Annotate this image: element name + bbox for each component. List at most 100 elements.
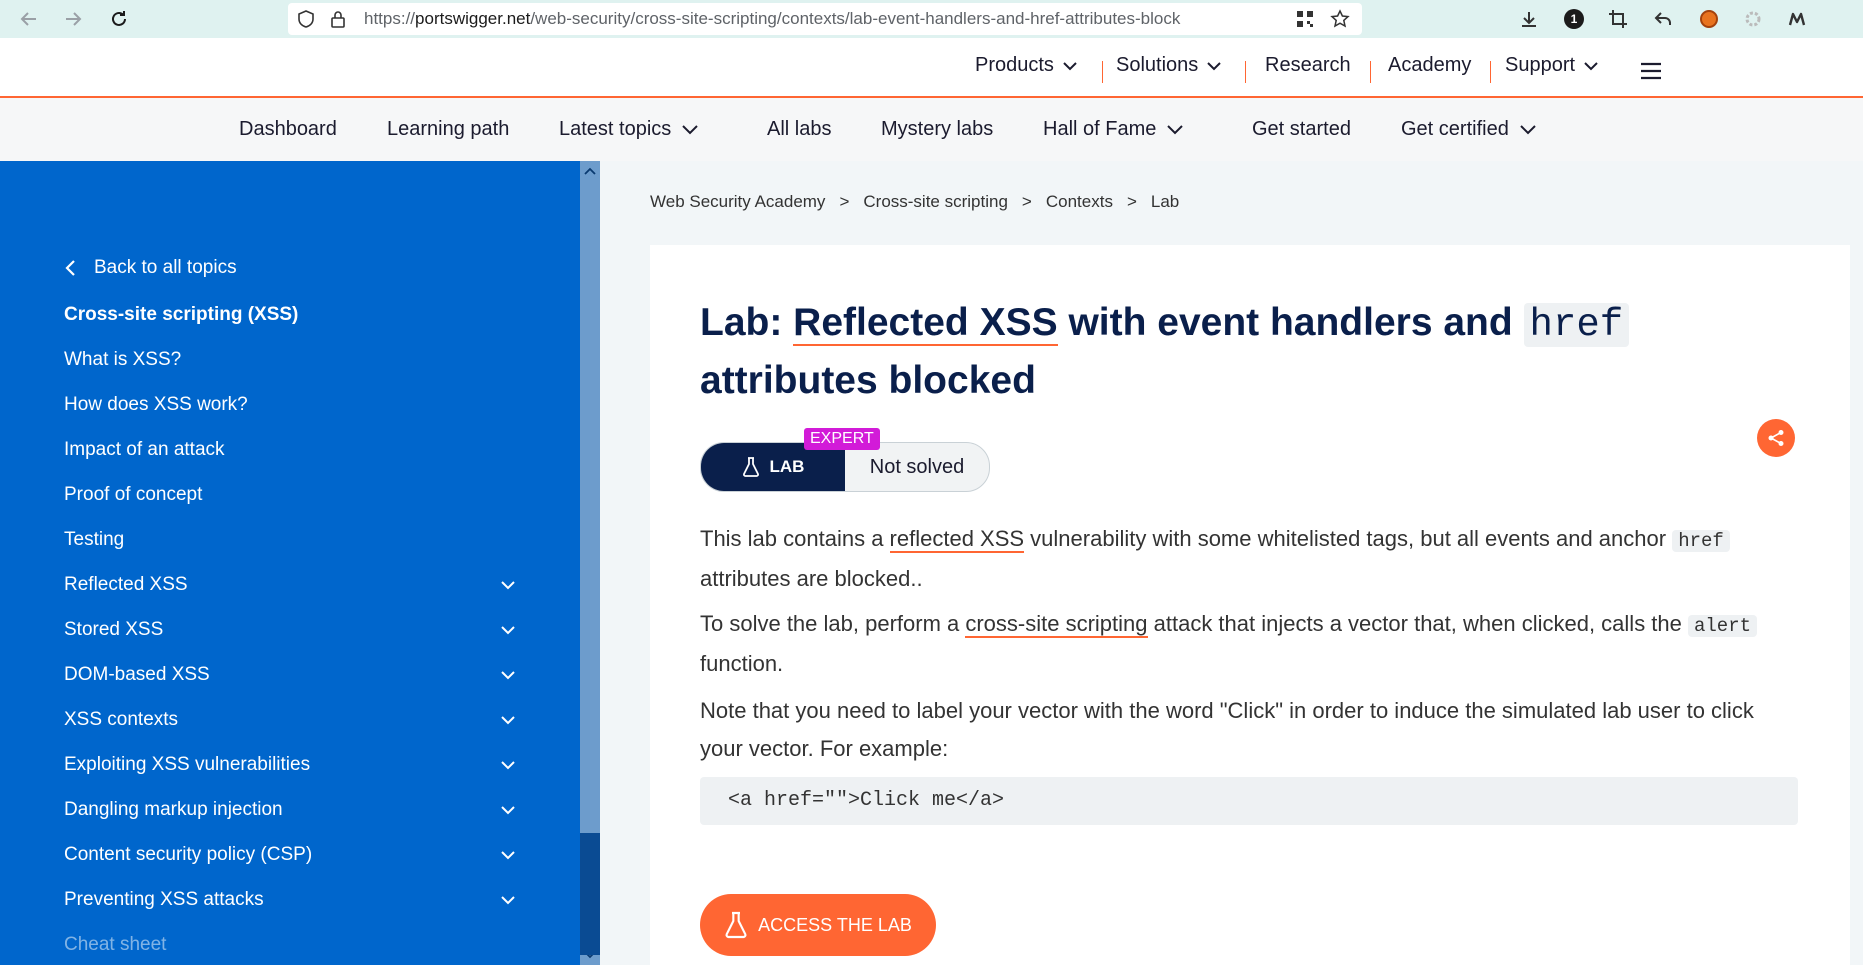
code-example-block: <a href="">Click me</a>	[700, 777, 1798, 825]
reload-icon[interactable]	[106, 6, 132, 32]
chevron-down-icon[interactable]	[500, 670, 516, 680]
title-prefix: Lab:	[700, 301, 794, 344]
sidebar-item-exploiting-xss[interactable]: Exploiting XSS vulnerabilities	[64, 754, 310, 776]
lab-badge-label-area: LAB	[701, 443, 845, 491]
sidebar-item-stored-xss[interactable]: Stored XSS	[64, 619, 163, 641]
back-to-topics-link[interactable]: Back to all topics	[64, 257, 237, 279]
text-fragment: This lab contains a	[700, 526, 890, 551]
text-fragment: function.	[700, 651, 784, 676]
nav-academy-label: Academy	[1388, 54, 1472, 76]
subnav-dashboard[interactable]: Dashboard	[239, 118, 337, 141]
sidebar-item-csp[interactable]: Content security policy (CSP)	[64, 844, 312, 866]
subnav-learning-path[interactable]: Learning path	[387, 118, 509, 141]
breadcrumb-item[interactable]: Web Security Academy	[650, 192, 825, 212]
lab-badge-label: LAB	[769, 457, 805, 476]
nav-academy[interactable]: Academy	[1388, 54, 1471, 77]
share-button[interactable]	[1757, 419, 1795, 457]
subnav-hall-of-fame-label: Hall of Fame	[1043, 118, 1157, 140]
nav-solutions-label: Solutions	[1116, 54, 1199, 76]
forward-arrow-icon[interactable]	[60, 6, 86, 32]
sidebar-item-reflected-xss[interactable]: Reflected XSS	[64, 574, 188, 596]
lock-icon[interactable]	[328, 9, 348, 29]
sidebar-item-testing[interactable]: Testing	[64, 529, 124, 551]
chevron-left-icon	[65, 260, 75, 276]
back-arrow-icon[interactable]	[16, 6, 42, 32]
chevron-down-icon	[1584, 61, 1598, 70]
chevron-down-icon	[1520, 125, 1536, 135]
nav-research-label: Research	[1265, 54, 1351, 76]
gear-extension-icon[interactable]	[1740, 6, 1766, 32]
text-fragment: attributes are blocked..	[700, 566, 923, 591]
chevron-down-icon[interactable]	[500, 850, 516, 860]
breadcrumb-item[interactable]: Cross-site scripting	[863, 192, 1008, 212]
subnav-dashboard-label: Dashboard	[239, 118, 337, 140]
sidebar-item-cheat-sheet[interactable]: Cheat sheet	[64, 934, 166, 956]
crop-icon[interactable]	[1605, 6, 1631, 32]
subnav-all-labs-label: All labs	[767, 118, 832, 140]
nav-solutions[interactable]: Solutions	[1116, 54, 1222, 77]
subnav-mystery-labs-label: Mystery labs	[881, 118, 994, 140]
subnav-get-started-label: Get started	[1252, 118, 1351, 140]
chevron-down-icon	[1167, 125, 1184, 135]
subnav-mystery-labs[interactable]: Mystery labs	[881, 118, 993, 141]
flask-icon	[725, 911, 747, 939]
nav-research[interactable]: Research	[1265, 54, 1351, 77]
text-fragment: To solve the lab, perform a	[700, 611, 966, 636]
access-lab-button[interactable]: ACCESS THE LAB	[700, 894, 936, 956]
nav-products[interactable]: Products	[975, 54, 1078, 77]
title-end: attributes blocked	[700, 359, 1036, 402]
sidebar-scrollbar-thumb[interactable]	[580, 833, 600, 955]
nav-support[interactable]: Support	[1505, 54, 1599, 77]
sidebar-item-dangling-markup[interactable]: Dangling markup injection	[64, 799, 283, 821]
lab-note-paragraph: Note that you need to label your vector …	[700, 698, 1754, 761]
nav-support-label: Support	[1505, 54, 1576, 76]
breadcrumb-item[interactable]: Lab	[1151, 192, 1179, 212]
download-icon[interactable]	[1516, 6, 1542, 32]
sidebar-heading-xss[interactable]: Cross-site scripting (XSS)	[64, 304, 298, 326]
bookmark-star-icon[interactable]	[1330, 9, 1350, 29]
title-reflected-xss-link[interactable]: Reflected XSS	[793, 301, 1058, 346]
blocker-extension-icon[interactable]	[1696, 6, 1722, 32]
chevron-down-icon[interactable]	[500, 760, 516, 770]
subnav-latest-topics[interactable]: Latest topics	[559, 118, 699, 141]
back-to-topics-label: Back to all topics	[94, 257, 237, 278]
sidebar-item-how-xss-works[interactable]: How does XSS work?	[64, 394, 248, 416]
hamburger-menu-icon[interactable]	[1640, 62, 1662, 80]
password-manager-icon[interactable]: 1	[1561, 6, 1587, 32]
academy-sub-nav: Dashboard Learning path Latest topics Al…	[0, 98, 1863, 161]
breadcrumb-item[interactable]: Contexts	[1046, 192, 1113, 212]
chevron-down-icon[interactable]	[500, 625, 516, 635]
breadcrumb: Web Security Academy > Cross-site script…	[650, 192, 1179, 212]
reflected-xss-link[interactable]: reflected XSS	[889, 526, 1025, 553]
subnav-learning-path-label: Learning path	[387, 118, 510, 140]
browser-toolbar: https://portswigger.net/web-security/cro…	[0, 0, 1863, 38]
sidebar-item-proof-of-concept[interactable]: Proof of concept	[64, 484, 202, 506]
sidebar-item-what-is-xss[interactable]: What is XSS?	[64, 349, 181, 371]
lab-description-paragraph: This lab contains a reflected XSS vulner…	[700, 520, 1800, 598]
chevron-down-icon[interactable]	[500, 580, 516, 590]
sidebar-item-dom-xss[interactable]: DOM-based XSS	[64, 664, 210, 686]
m-extension-icon[interactable]	[1785, 6, 1811, 32]
scroll-up-arrow-icon[interactable]	[584, 167, 596, 175]
flask-icon	[742, 457, 759, 477]
chevron-down-icon[interactable]	[500, 805, 516, 815]
lab-status: Not solved	[869, 455, 965, 478]
chevron-down-icon[interactable]	[500, 895, 516, 905]
subnav-get-certified[interactable]: Get certified	[1401, 118, 1537, 141]
shield-icon[interactable]	[296, 9, 316, 29]
qr-code-icon[interactable]	[1296, 10, 1314, 28]
breadcrumb-separator: >	[1021, 192, 1032, 211]
undo-icon[interactable]	[1650, 6, 1676, 32]
subnav-hall-of-fame[interactable]: Hall of Fame	[1043, 118, 1184, 141]
breadcrumb-separator: >	[839, 192, 850, 211]
sidebar-item-impact[interactable]: Impact of an attack	[64, 439, 225, 461]
sidebar-item-preventing-xss[interactable]: Preventing XSS attacks	[64, 889, 264, 911]
address-bar[interactable]: https://portswigger.net/web-security/cro…	[288, 3, 1362, 35]
cross-site-scripting-link[interactable]: cross-site scripting	[965, 611, 1148, 638]
chevron-down-icon[interactable]	[500, 715, 516, 725]
subnav-all-labs[interactable]: All labs	[767, 118, 831, 141]
subnav-get-certified-label: Get certified	[1401, 118, 1509, 140]
sidebar-item-xss-contexts[interactable]: XSS contexts	[64, 709, 178, 731]
nav-divider	[1490, 61, 1491, 83]
subnav-get-started[interactable]: Get started	[1252, 118, 1351, 141]
